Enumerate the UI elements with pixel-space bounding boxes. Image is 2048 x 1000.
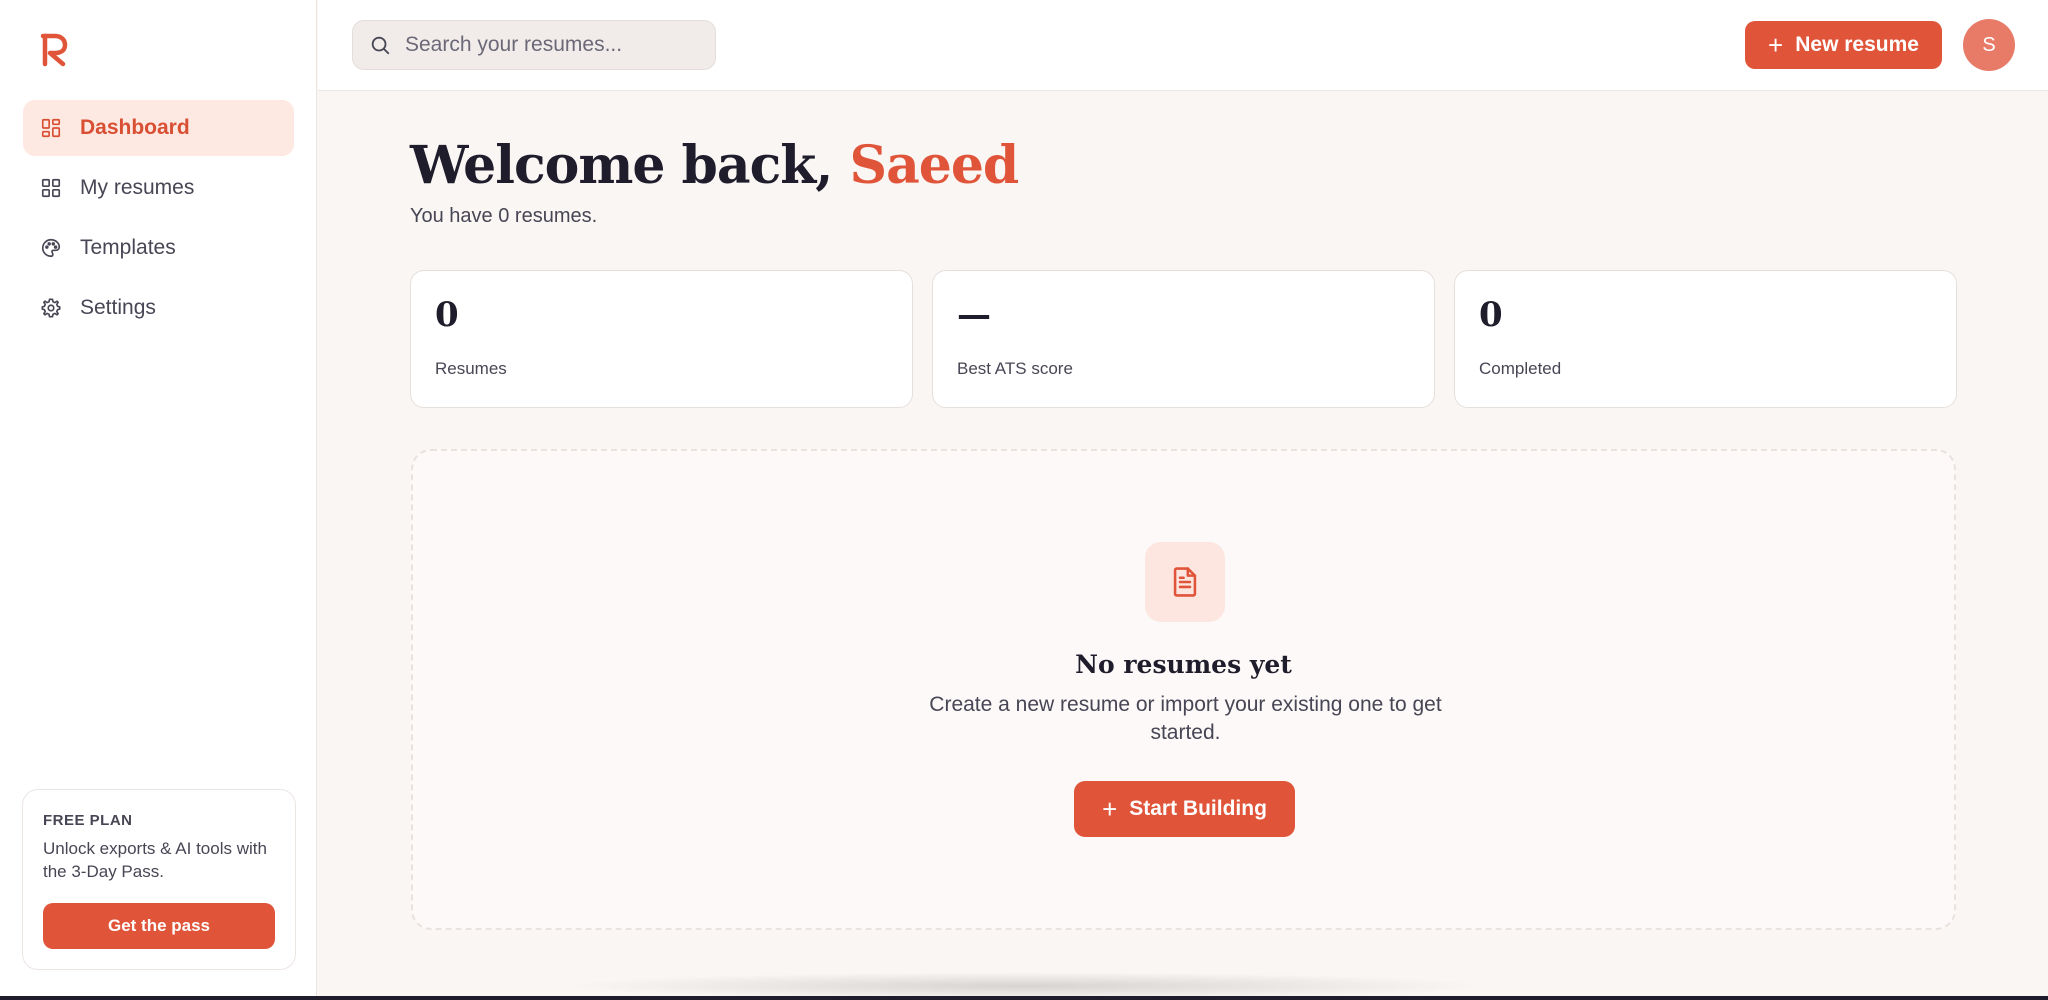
stat-card-best-ats: — Best ATS score [932,270,1435,408]
stat-label: Best ATS score [957,359,1073,378]
welcome-prefix: Welcome back, [410,135,850,196]
start-building-button[interactable]: + Start Building [1074,781,1295,837]
stat-card-resumes: 0 Resumes [410,270,913,408]
user-name: Saeed [849,135,1020,196]
plus-icon: + [1102,794,1118,824]
window-edge [0,996,2048,1000]
sidebar-item-dashboard[interactable]: Dashboard [23,100,294,156]
palette-icon [40,237,62,259]
get-pass-button[interactable]: Get the pass [43,903,275,949]
stat-value: 0 [1479,295,1503,335]
stat-label: Resumes [435,359,507,378]
page-subtitle: You have 0 resumes. [410,205,598,227]
topbar: + New resume S [318,0,2048,91]
sidebar-item-label: Settings [80,296,156,319]
sidebar-item-templates[interactable]: Templates [23,220,294,276]
sidebar-item-label: Dashboard [80,116,190,139]
search-input[interactable] [405,33,705,57]
plan-title: FREE PLAN [43,812,133,829]
stat-value: — [957,295,991,335]
plus-icon: + [1768,30,1784,60]
app-logo[interactable] [40,33,70,67]
sidebar-item-my-resumes[interactable]: My resumes [23,160,294,216]
search-icon [371,36,390,55]
plan-card: FREE PLAN Unlock exports & AI tools with… [22,789,296,970]
empty-description: Create a new resume or import your exist… [929,693,1442,744]
stat-card-completed: 0 Completed [1454,270,1957,408]
empty-state: No resumes yet Create a new resume or im… [411,449,1956,930]
search-box[interactable] [352,20,716,70]
plan-description: Unlock exports & AI tools with the 3-Day… [43,839,267,881]
sidebar-item-settings[interactable]: Settings [23,280,294,336]
empty-title: No resumes yet [1075,650,1292,679]
page-title: Welcome back, Saeed [410,135,1020,196]
new-resume-button[interactable]: + New resume [1745,21,1942,69]
document-icon [1145,542,1225,622]
start-building-label: Start Building [1129,797,1267,820]
stat-value: 0 [435,295,459,335]
stat-label: Completed [1479,359,1562,378]
dashboard-icon [40,117,62,139]
grid-icon [40,177,62,199]
gear-icon [40,297,62,319]
new-resume-label: New resume [1795,33,1919,56]
logo-r-icon [40,33,68,67]
sidebar-nav: Dashboard My resumes Templates Settings [23,100,294,340]
sidebar-item-label: My resumes [80,176,195,199]
avatar[interactable]: S [1963,19,2015,71]
sidebar: Dashboard My resumes Templates Settings … [0,0,317,996]
sidebar-item-label: Templates [80,236,176,259]
